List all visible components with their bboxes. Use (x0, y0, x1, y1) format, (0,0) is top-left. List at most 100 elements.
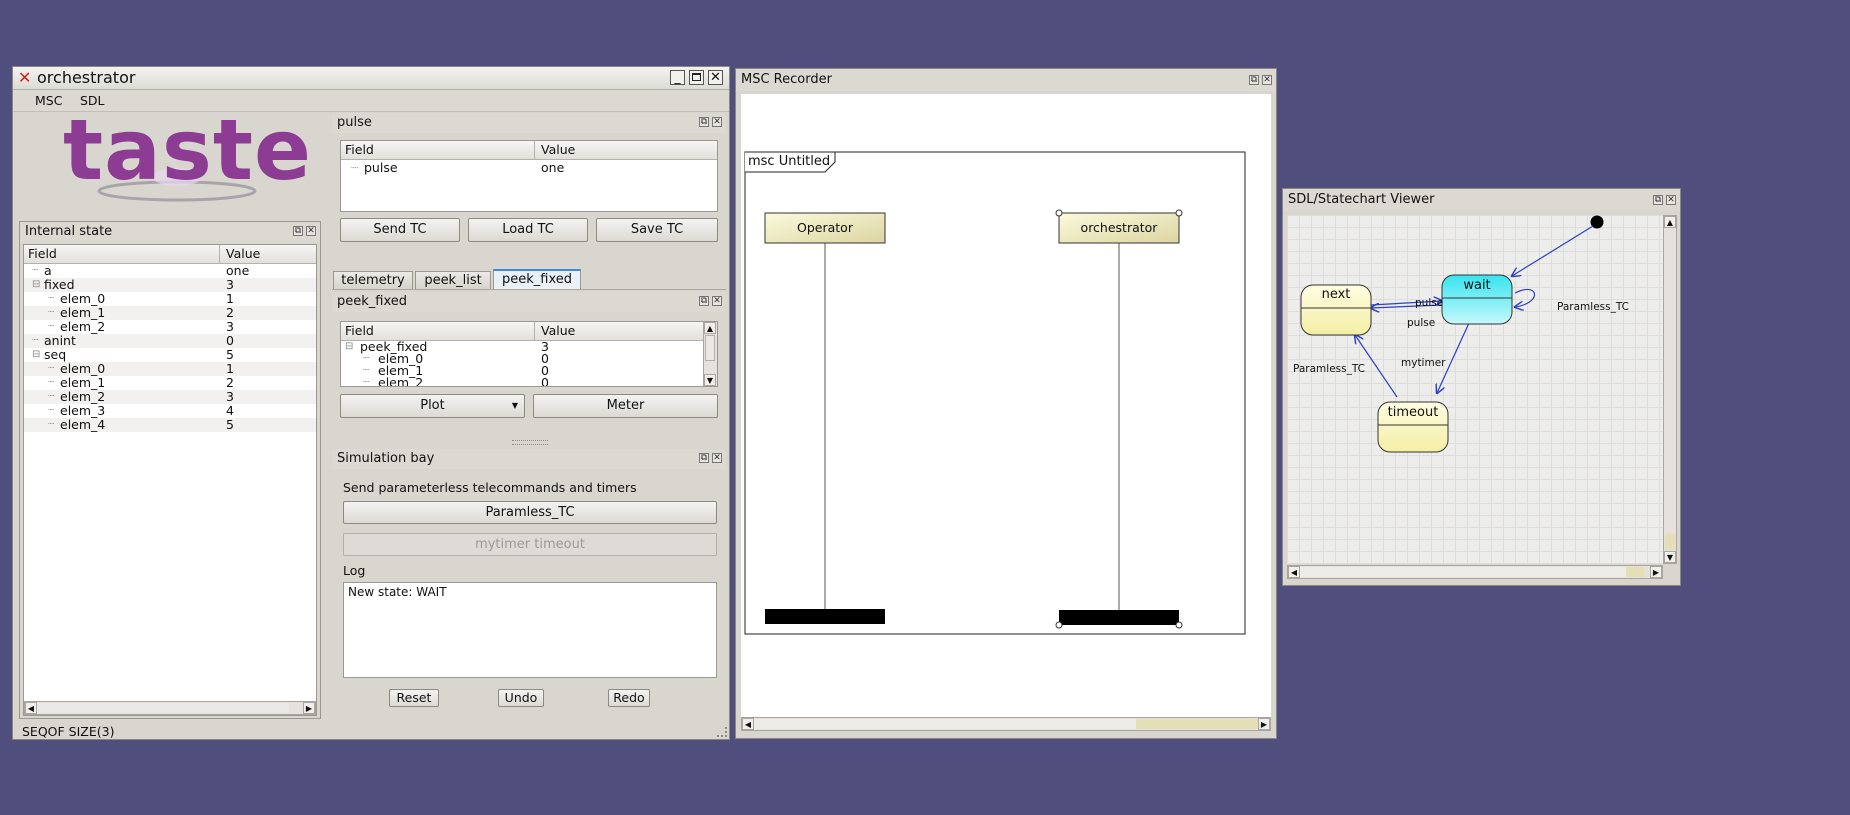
table-row[interactable]: ┈ elem_2 3 (24, 390, 316, 404)
msc-horizontal-scrollbar[interactable]: ◀ ▶ (741, 717, 1271, 731)
scrollbar-thumb[interactable] (1626, 567, 1644, 577)
field-name: anint (44, 333, 76, 348)
splitter-handle[interactable] (512, 440, 548, 445)
maximize-button[interactable] (689, 70, 704, 85)
close-icon[interactable]: ✕ (1666, 195, 1676, 205)
meter-button[interactable]: Meter (533, 394, 718, 418)
column-value[interactable]: Value (541, 141, 575, 159)
redo-button[interactable]: Redo (608, 689, 650, 707)
msc-canvas[interactable]: msc Untitled Operator orchestrator (741, 94, 1271, 717)
table-row[interactable]: ⊟ seq 5 (24, 348, 316, 362)
field-name: pulse (364, 160, 398, 175)
float-icon[interactable]: ⧉ (699, 296, 709, 306)
float-icon[interactable]: ⧉ (1653, 195, 1663, 205)
close-icon[interactable]: ✕ (1262, 75, 1272, 85)
close-button[interactable]: ✕ (708, 70, 723, 85)
scrollbar-track[interactable] (754, 719, 1136, 729)
table-row[interactable]: ┈ a one (24, 264, 316, 278)
scroll-up-icon[interactable]: ▲ (704, 322, 716, 334)
tab-telemetry[interactable]: telemetry (333, 271, 413, 289)
table-row[interactable]: ┈ elem_1 2 (24, 306, 316, 320)
internal-state-header: Internal state ⧉ ✕ (20, 222, 320, 242)
pulse-table[interactable]: Field Value ┈ pulse one (340, 140, 718, 212)
plot-button[interactable]: Plot ▼ (340, 394, 525, 418)
scroll-down-icon[interactable]: ▼ (1664, 551, 1676, 563)
field-value: 4 (226, 403, 234, 418)
table-row[interactable]: ┈ elem_1 2 (24, 376, 316, 390)
instance-orchestrator[interactable] (1055, 209, 1183, 629)
close-icon[interactable]: ✕ (712, 453, 722, 463)
table-row[interactable]: ┈ elem_2 0 (341, 376, 717, 386)
internal-state-table[interactable]: Field Value ┈ a one ⊟ fixed 3 ┈ elem_0 1 ┈ elem_1 2… (23, 244, 317, 716)
close-icon[interactable]: ✕ (306, 226, 316, 236)
scrollbar-track[interactable] (1300, 567, 1638, 577)
undo-button[interactable]: Undo (498, 689, 544, 707)
float-icon[interactable]: ⧉ (293, 226, 303, 236)
instance-operator[interactable] (764, 212, 886, 624)
field-name: elem_1 (60, 375, 106, 390)
scroll-right-icon[interactable]: ▶ (303, 702, 315, 714)
sdl-horizontal-scrollbar[interactable]: ◀ ▶ (1287, 565, 1663, 579)
vertical-scrollbar[interactable]: ▲ ▼ (703, 322, 717, 386)
tab-peek-fixed[interactable]: peek_fixed (493, 269, 581, 290)
scroll-right-icon[interactable]: ▶ (1258, 718, 1270, 730)
save-tc-button[interactable]: Save TC (596, 218, 718, 242)
table-row[interactable]: ┈ elem_3 4 (24, 404, 316, 418)
scroll-left-icon[interactable]: ◀ (742, 718, 754, 730)
collapse-icon[interactable]: ⊟ (32, 278, 40, 292)
sdl-vertical-scrollbar[interactable]: ▲ ▼ (1663, 215, 1677, 564)
statechart-canvas[interactable]: next wait timeout pulse pulse Paramless_… (1287, 215, 1663, 564)
table-row[interactable]: ┈ pulse one (341, 160, 717, 176)
paramless-tc-button[interactable]: Paramless_TC (343, 501, 717, 524)
pulse-table-header: Field Value (341, 141, 717, 160)
column-field[interactable]: Field (345, 141, 374, 159)
close-icon[interactable]: ✕ (712, 296, 722, 306)
scroll-left-icon[interactable]: ◀ (1288, 566, 1300, 578)
field-value[interactable]: one (541, 160, 564, 176)
scroll-left-icon[interactable]: ◀ (25, 702, 37, 714)
field-name: a (44, 263, 52, 278)
menu-msc[interactable]: MSC (35, 93, 62, 108)
scroll-up-icon[interactable]: ▲ (1664, 216, 1676, 228)
float-icon[interactable]: ⧉ (1249, 75, 1259, 85)
instance-operator-label: Operator (797, 220, 853, 235)
peek-fixed-title: peek_fixed (337, 294, 408, 309)
column-value[interactable]: Value (541, 322, 575, 340)
scroll-right-icon[interactable]: ▶ (1650, 566, 1662, 578)
resize-grip-icon[interactable] (717, 727, 727, 737)
mytimer-timeout-button[interactable]: mytimer timeout (343, 533, 717, 556)
float-icon[interactable]: ⧉ (699, 453, 709, 463)
tree-line: ┈ (363, 365, 370, 376)
log-textarea[interactable]: New state: WAIT (343, 582, 717, 678)
peek-fixed-table[interactable]: Field Value ⊟ peek_fixed 3 ┈ elem_0 0 ┈ elem_1 0… (340, 321, 718, 387)
column-field[interactable]: Field (28, 245, 57, 263)
scrollbar-thumb[interactable] (1665, 534, 1675, 550)
statechart-diagram (1300, 215, 1604, 453)
collapse-icon[interactable]: ⊟ (345, 341, 353, 353)
scroll-down-icon[interactable]: ▼ (704, 374, 716, 386)
load-tc-button[interactable]: Load TC (468, 218, 588, 242)
scrollbar-thumb[interactable] (1136, 719, 1258, 729)
float-icon[interactable]: ⧉ (699, 117, 709, 127)
field-value: 3 (226, 389, 234, 404)
horizontal-scrollbar[interactable]: ◀ ▶ (24, 701, 316, 715)
scrollbar-thumb[interactable] (705, 335, 715, 361)
table-row[interactable]: ┈ elem_0 1 (24, 292, 316, 306)
field-name: elem_4 (60, 417, 106, 432)
tab-peek-list[interactable]: peek_list (415, 271, 491, 289)
reset-button[interactable]: Reset (389, 689, 439, 707)
msc-diagram (744, 151, 1246, 635)
column-field[interactable]: Field (345, 322, 374, 340)
table-row[interactable]: ┈ anint 0 (24, 334, 316, 348)
send-tc-button[interactable]: Send TC (340, 218, 460, 242)
sdl-viewer-title: SDL/Statechart Viewer (1288, 192, 1435, 207)
close-icon[interactable]: ✕ (712, 117, 722, 127)
table-row[interactable]: ┈ elem_0 1 (24, 362, 316, 376)
table-row[interactable]: ⊟ fixed 3 (24, 278, 316, 292)
table-row[interactable]: ┈ elem_2 3 (24, 320, 316, 334)
collapse-icon[interactable]: ⊟ (32, 348, 40, 362)
scrollbar-thumb[interactable] (37, 703, 289, 713)
minimize-button[interactable]: _ (670, 70, 685, 85)
table-row[interactable]: ┈ elem_4 5 (24, 418, 316, 432)
column-value[interactable]: Value (226, 245, 260, 263)
